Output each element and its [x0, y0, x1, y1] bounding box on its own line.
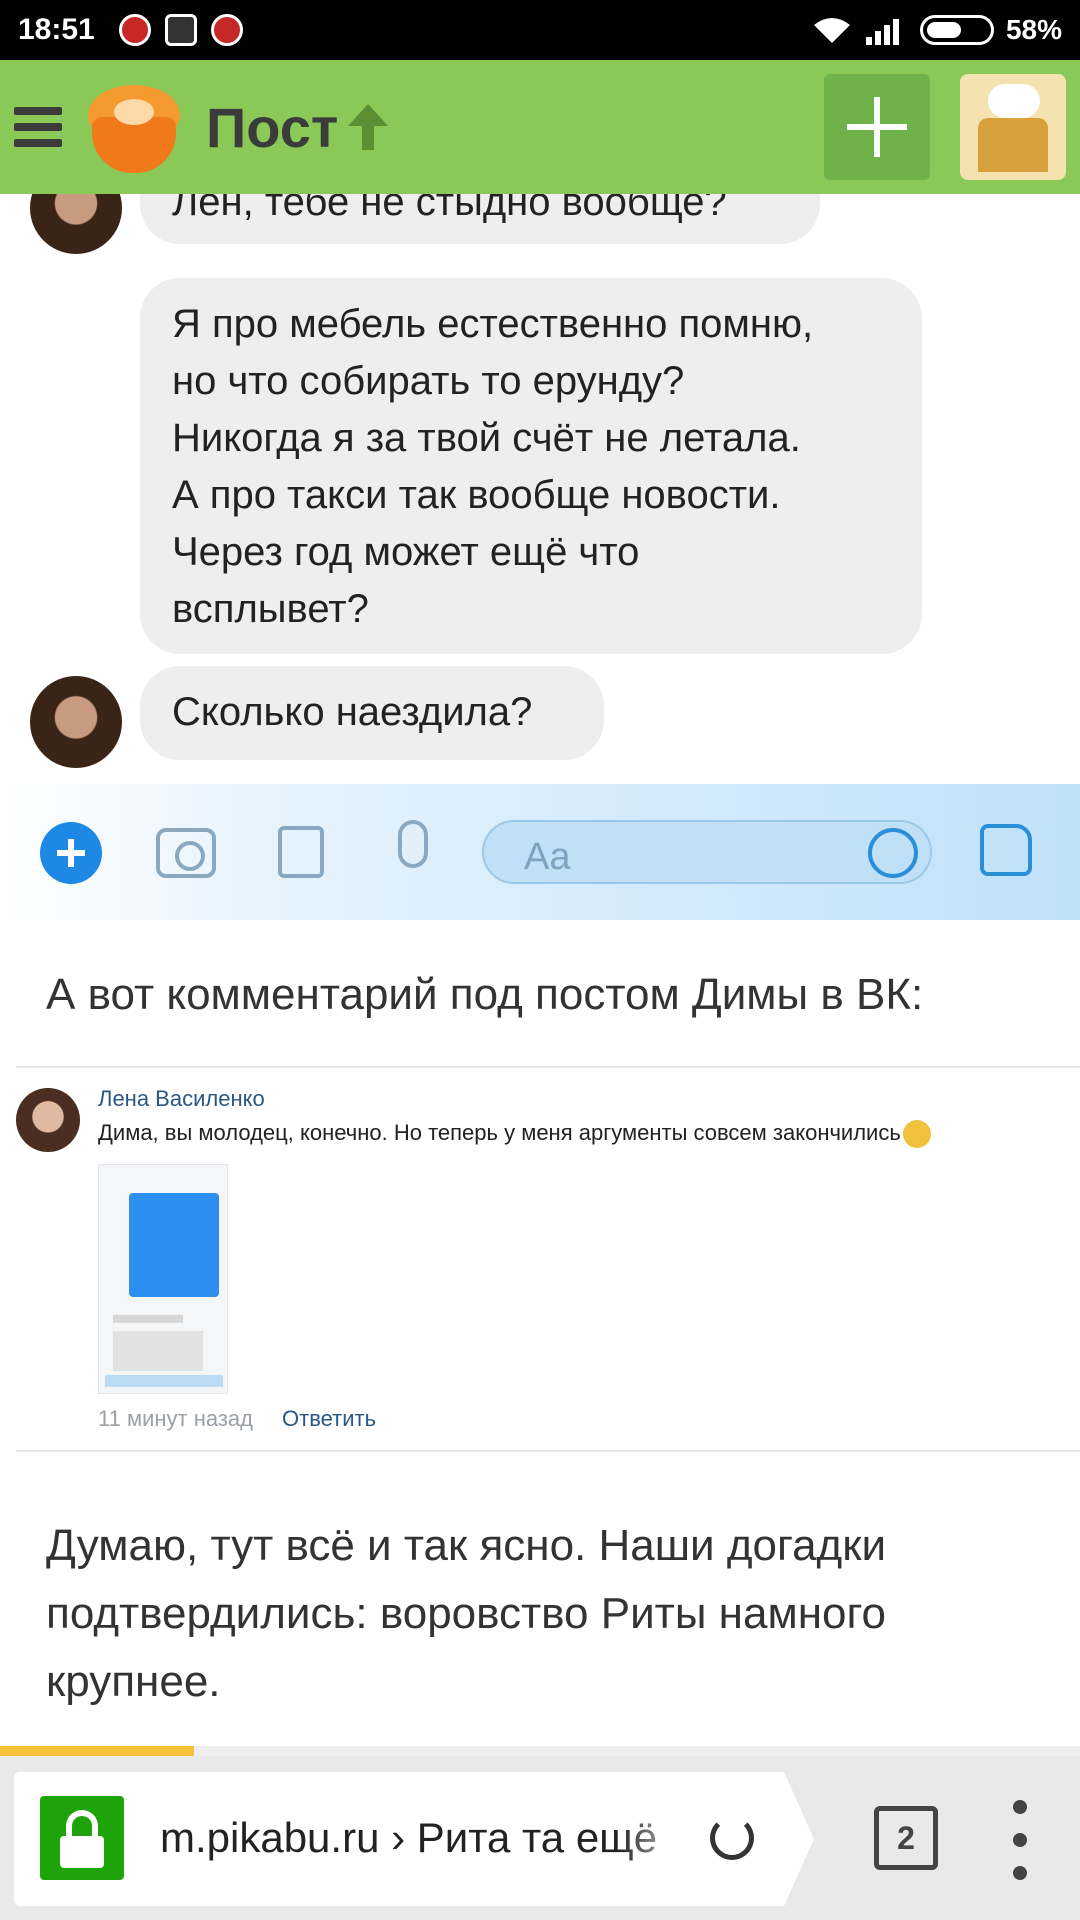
battery-icon [919, 15, 994, 45]
lock-icon[interactable] [40, 1796, 124, 1880]
chat-avatar [30, 676, 122, 768]
pikabu-logo[interactable] [84, 77, 184, 177]
comment-time: 11 минут назад [98, 1406, 253, 1431]
message-text: Лен, тебе не стыдно вообще? [172, 194, 727, 224]
notification-icon [210, 14, 243, 46]
divider [16, 1066, 1080, 1068]
message-bubble: Сколько наездила? [140, 666, 604, 760]
url-text[interactable]: m.pikabu.ru › Рита та ещё [160, 1814, 700, 1862]
page-progress [0, 1746, 1080, 1756]
message-line: Через год может ещё что [172, 530, 640, 574]
status-time: 18:51 [18, 13, 95, 46]
menu-icon[interactable] [14, 107, 62, 147]
chat-avatar [30, 194, 122, 254]
notification-icon [118, 14, 151, 46]
message-line: всплывет? [172, 587, 369, 631]
message-composer: Aa [0, 784, 1080, 920]
comment-text: Дима, вы молодец, конечно. Но теперь у м… [98, 1120, 931, 1149]
profile-avatar[interactable] [960, 74, 1066, 180]
signal-icon [865, 15, 902, 45]
comment-body: Дима, вы молодец, конечно. Но теперь у м… [98, 1120, 901, 1145]
post-paragraph: Думаю, тут всё и так ясно. Наши догадки … [46, 1521, 887, 1706]
browser-bar: m.pikabu.ru › Рита та ещё 2 [0, 1756, 1080, 1920]
app-bar: Пост [0, 60, 1080, 194]
emoji-icon [868, 828, 918, 878]
message-text: Сколько наездила? [172, 690, 533, 734]
page-title: Пост [206, 95, 339, 159]
message-bubble: Лен, тебе не стыдно вообще? [140, 194, 820, 244]
reload-icon[interactable] [710, 1816, 754, 1860]
progress-fill [0, 1746, 195, 1756]
divider [16, 1450, 1080, 1452]
add-post-button[interactable] [824, 74, 930, 180]
post-paragraph: А вот комментарий под постом Димы в ВК: [46, 970, 924, 1019]
message-line: А про такси так вообще новости. [172, 473, 781, 517]
camera-icon [156, 828, 216, 878]
more-vert-icon[interactable] [1010, 1800, 1030, 1880]
message-input: Aa [482, 820, 932, 884]
wifi-icon [813, 18, 850, 43]
address-bar[interactable]: m.pikabu.ru › Рита та ещё [14, 1772, 814, 1906]
plus-icon [40, 822, 102, 884]
comment-author: Лена Василенко [98, 1086, 265, 1111]
notification-icon [164, 14, 197, 46]
comment-avatar [16, 1088, 80, 1152]
image-icon [278, 826, 324, 878]
chat-screenshot: Лен, тебе не стыдно вообще? Я про мебель… [0, 194, 1080, 920]
status-bar: 18:51 58% [0, 0, 1080, 60]
input-placeholder: Aa [524, 836, 571, 878]
comment-attachment[interactable] [98, 1164, 228, 1394]
message-line: Я про мебель естественно помню, [172, 302, 814, 346]
emoji-icon [902, 1120, 931, 1149]
message-bubble: Я про мебель естественно помню, но что с… [140, 278, 922, 654]
arrow-up-icon[interactable] [348, 104, 389, 150]
tabs-button[interactable]: 2 [874, 1806, 938, 1870]
microphone-icon [398, 820, 428, 868]
message-line: Никогда я за твой счёт не летала. [172, 416, 801, 460]
reply-link: Ответить [282, 1406, 377, 1431]
message-line: но что собирать то ерунду? [172, 359, 685, 403]
thumbs-up-icon [980, 824, 1032, 876]
battery-percent: 58% [1005, 14, 1062, 45]
